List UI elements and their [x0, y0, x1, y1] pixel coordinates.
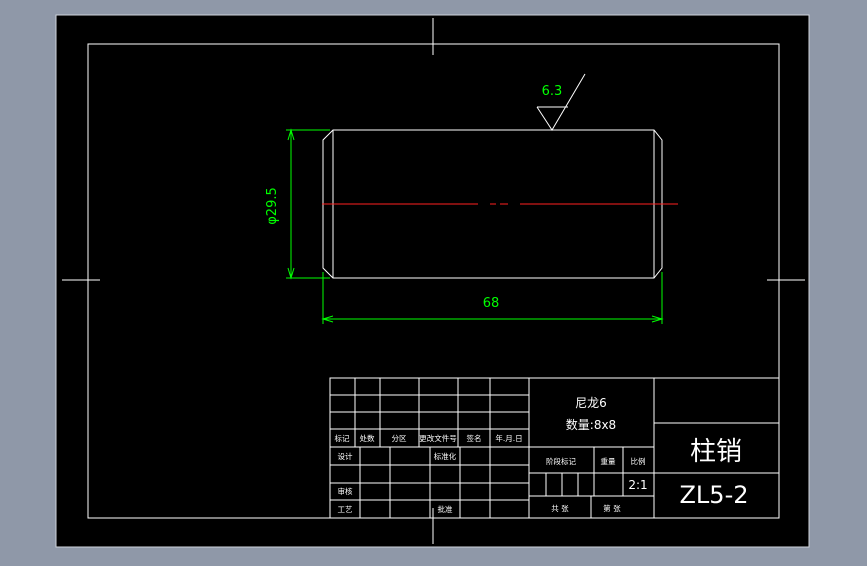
part-code: ZL5-2: [679, 481, 748, 509]
scale-value: 2:1: [628, 478, 647, 492]
label-standardize: 标准化: [434, 451, 457, 461]
label-change-doc: 更改文件号: [419, 433, 457, 443]
drawing-sheet: [55, 14, 810, 548]
diameter-dim-text: φ29.5: [265, 187, 280, 225]
length-dim-text: 68: [483, 296, 500, 311]
part-name: 柱销: [690, 437, 742, 467]
label-signature: 签名: [467, 433, 482, 443]
label-review: 审核: [338, 486, 353, 496]
roughness-value: 6.3: [542, 84, 563, 99]
material-text: 尼龙6: [575, 396, 607, 410]
drawing-canvas: 6.3 φ29.5 68 标记 处数 分区 更改文件号 签名 年.月.日 设计 …: [55, 14, 810, 548]
quantity-text: 数量:8x8: [566, 417, 616, 432]
label-date: 年.月.日: [495, 433, 522, 443]
label-count: 处数: [360, 433, 375, 443]
label-stage: 阶段标记: [546, 456, 576, 466]
label-sheet: 第 张: [603, 503, 621, 513]
label-zone: 分区: [392, 434, 407, 443]
title-block-header: 标记 处数 分区 更改文件号 签名 年.月.日: [335, 433, 523, 443]
label-process: 工艺: [338, 505, 353, 514]
label-total: 共 张: [551, 504, 569, 513]
label-approve: 批准: [438, 504, 453, 514]
label-design: 设计: [338, 451, 353, 461]
label-scale: 比例: [631, 456, 646, 466]
cad-viewport[interactable]: 6.3 φ29.5 68 标记 处数 分区 更改文件号 签名 年.月.日 设计 …: [0, 0, 867, 562]
label-weight: 重量: [601, 457, 616, 466]
label-mark: 标记: [335, 433, 350, 443]
